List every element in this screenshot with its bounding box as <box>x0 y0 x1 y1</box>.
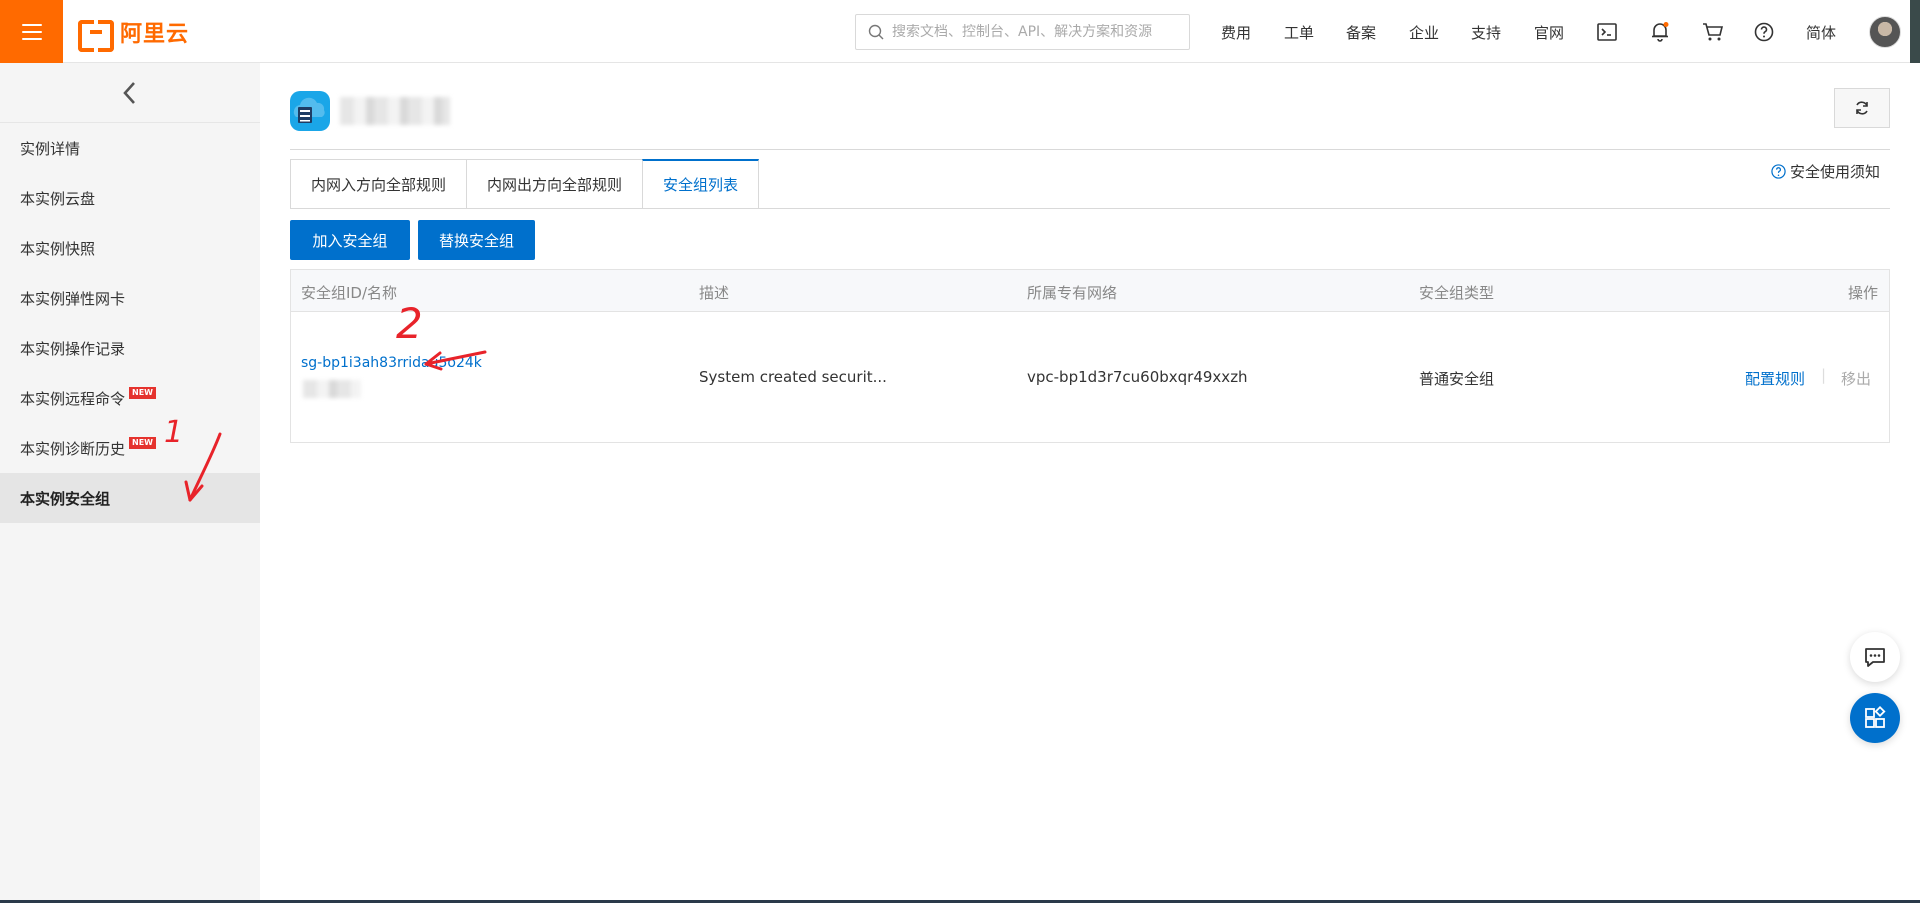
help-icon[interactable] <box>1752 20 1776 44</box>
window-edge <box>1910 0 1920 63</box>
header-id-name: 安全组ID/名称 <box>301 284 398 302</box>
sidebar-item-label: 本实例操作记录 <box>20 339 126 358</box>
security-group-table: 安全组ID/名称 描述 所属专有网络 安全组类型 操作 sg-bp1i3ah83… <box>290 269 1890 443</box>
security-group-name-redacted <box>303 380 361 398</box>
apps-button[interactable] <box>1850 693 1900 743</box>
avatar[interactable] <box>1869 16 1901 48</box>
sidebar-item-diagnostics[interactable]: 本实例诊断历史 NEW <box>0 423 260 473</box>
chat-button[interactable] <box>1850 632 1900 682</box>
sidebar-item-label: 本实例云盘 <box>20 189 96 208</box>
tab-security-group-list[interactable]: 安全组列表 <box>642 159 760 209</box>
instance-name-redacted <box>340 97 450 125</box>
sidebar-item-snapshots[interactable]: 本实例快照 <box>0 223 260 273</box>
main-content: 内网入方向全部规则 内网出方向全部规则 安全组列表 安全使用须知 加入安全组 替… <box>260 63 1910 903</box>
sidebar-item-label: 本实例诊断历史 <box>20 439 126 458</box>
chevron-left-icon <box>123 81 135 104</box>
header-vpc: 所属专有网络 <box>1027 284 1118 302</box>
terminal-icon[interactable] <box>1595 20 1619 44</box>
aliyun-logo[interactable]: 阿里云 <box>78 18 190 52</box>
logo-text: 阿里云 <box>120 22 190 47</box>
sidebar-item-operation-logs[interactable]: 本实例操作记录 <box>0 323 260 373</box>
action-separator: | <box>1821 366 1827 384</box>
chat-icon <box>1865 648 1885 667</box>
new-badge: NEW <box>129 387 156 399</box>
hamburger-icon <box>21 23 42 40</box>
security-notice-link[interactable]: 安全使用须知 <box>1771 161 1880 182</box>
sidebar-item-disks[interactable]: 本实例云盘 <box>0 173 260 223</box>
security-notice-label: 安全使用须知 <box>1790 163 1881 181</box>
back-button[interactable] <box>0 63 260 123</box>
header-type: 安全组类型 <box>1419 284 1495 302</box>
sidebar: 实例详情 本实例云盘 本实例快照 本实例弹性网卡 本实例操作记录 本实例远程命令… <box>0 63 260 903</box>
sidebar-item-instance-details[interactable]: 实例详情 <box>0 123 260 173</box>
tab-bar: 内网入方向全部规则 内网出方向全部规则 安全组列表 <box>290 159 760 209</box>
divider <box>290 149 1890 150</box>
search-icon <box>868 24 884 40</box>
row-vpc: vpc-bp1d3r7cu60bxqr49xxzh <box>1027 368 1248 386</box>
bell-icon[interactable] <box>1648 20 1672 44</box>
sidebar-item-label: 本实例弹性网卡 <box>20 289 126 308</box>
nav-icp[interactable]: 备案 <box>1346 22 1376 43</box>
nav-website[interactable]: 官网 <box>1534 22 1564 43</box>
sidebar-item-label: 本实例远程命令 <box>20 389 126 408</box>
sidebar-item-eni[interactable]: 本实例弹性网卡 <box>0 273 260 323</box>
refresh-button[interactable] <box>1834 88 1890 128</box>
top-bar: 阿里云 费用 工单 备案 企业 支持 官网 简体 <box>0 0 1920 63</box>
header-description: 描述 <box>699 284 730 302</box>
security-group-id-link[interactable]: sg-bp1i3ah83rridau5o24k <box>301 355 482 371</box>
language-switch[interactable]: 简体 <box>1806 22 1836 43</box>
refresh-icon <box>1856 101 1868 115</box>
search-input[interactable] <box>892 24 1182 40</box>
configure-rules-link[interactable]: 配置规则 <box>1745 368 1805 389</box>
tabs-divider <box>290 208 1890 209</box>
row-type: 普通安全组 <box>1419 370 1495 388</box>
instance-icon <box>290 91 330 131</box>
sidebar-item-label: 本实例安全组 <box>20 489 111 508</box>
menu-button[interactable] <box>0 0 63 63</box>
replace-security-group-button[interactable]: 替换安全组 <box>418 220 535 260</box>
cart-icon[interactable] <box>1701 20 1725 44</box>
join-security-group-button[interactable]: 加入安全组 <box>290 220 410 260</box>
table-header: 安全组ID/名称 描述 所属专有网络 安全组类型 操作 <box>291 270 1889 312</box>
tab-outbound-rules[interactable]: 内网出方向全部规则 <box>466 159 643 209</box>
row-description: System created securit... <box>699 368 887 386</box>
nav-support[interactable]: 支持 <box>1471 22 1501 43</box>
sidebar-item-remote-commands[interactable]: 本实例远程命令 NEW <box>0 373 260 423</box>
apps-icon <box>1865 706 1886 728</box>
new-badge: NEW <box>129 437 156 449</box>
nav-ticket[interactable]: 工单 <box>1284 22 1314 43</box>
nav-fees[interactable]: 费用 <box>1221 22 1251 43</box>
header-actions: 操作 <box>1848 284 1879 302</box>
remove-link[interactable]: 移出 <box>1841 368 1871 389</box>
sidebar-item-label: 本实例快照 <box>20 239 96 258</box>
help-icon <box>1771 164 1786 179</box>
search-box[interactable] <box>855 14 1190 50</box>
tab-inbound-rules[interactable]: 内网入方向全部规则 <box>290 159 467 209</box>
sidebar-item-label: 实例详情 <box>20 139 81 158</box>
logo-mark-icon <box>78 20 114 52</box>
sidebar-item-security-groups[interactable]: 本实例安全组 <box>0 473 260 523</box>
nav-enterprise[interactable]: 企业 <box>1409 22 1439 43</box>
